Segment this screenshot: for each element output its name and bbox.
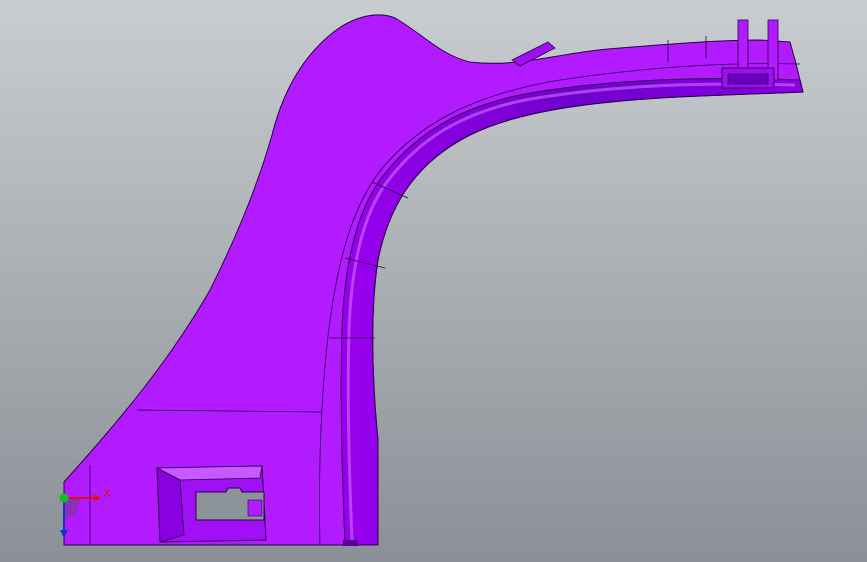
tab-slot (727, 73, 769, 85)
model-view[interactable]: X (0, 0, 867, 562)
triad-origin (59, 493, 69, 503)
boss-window-bar (247, 499, 263, 517)
part-bottom-boss[interactable] (156, 465, 267, 543)
triad-x-label: X (103, 487, 111, 500)
cad-graphics-viewport[interactable]: X (0, 0, 867, 562)
part-foot (343, 540, 358, 546)
